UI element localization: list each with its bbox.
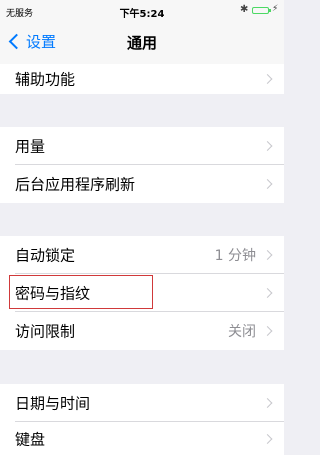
list-item-label: 日期与时间 [15, 394, 91, 413]
charging-icon: ⚡ [272, 4, 279, 14]
battery-tip [269, 9, 271, 12]
list-item-label: 密码与指纹 [15, 284, 91, 303]
list-item-date-time[interactable]: 日期与时间 [0, 384, 284, 422]
list-item-usage[interactable]: 用量 [0, 127, 284, 165]
list-item-passcode-touch-id[interactable]: 密码与指纹 [0, 274, 284, 312]
chevron-right-icon [262, 433, 273, 444]
chevron-right-icon [262, 141, 273, 151]
chevron-right-icon [262, 179, 273, 189]
navigation-bar: 设置 通用 [0, 20, 284, 64]
battery-icon [252, 7, 269, 14]
chevron-right-icon [262, 398, 273, 408]
list-item-restrictions[interactable]: 访问限制 关闭 [0, 312, 284, 350]
list-item-background-refresh[interactable]: 后台应用程序刷新 [0, 165, 284, 203]
page-title: 通用 [126, 34, 157, 52]
list-item-auto-lock[interactable]: 自动锁定 1 分钟 [0, 236, 284, 274]
list-item-value: 1 分钟 [214, 248, 256, 264]
list-item-value: 关闭 [228, 324, 256, 340]
list-item-label: 键盘 [15, 430, 46, 448]
list-item-label: 辅助功能 [15, 70, 76, 89]
chevron-right-icon [262, 326, 273, 336]
chevron-right-icon [262, 288, 273, 298]
list-item-label: 后台应用程序刷新 [15, 175, 136, 194]
list-item-label: 自动锁定 [15, 246, 76, 265]
chevron-right-icon [262, 74, 273, 84]
list-item-label: 访问限制 [15, 322, 76, 341]
list-item-keyboard[interactable]: 键盘 [0, 422, 284, 455]
list-item-label: 用量 [15, 137, 46, 156]
chevron-right-icon [262, 250, 273, 260]
list-item-accessibility[interactable]: 辅助功能 [0, 64, 284, 94]
status-bar: 无服务 下午5:24 ✱ ⚡ [0, 0, 284, 20]
bluetooth-icon: ✱ [240, 4, 249, 15]
